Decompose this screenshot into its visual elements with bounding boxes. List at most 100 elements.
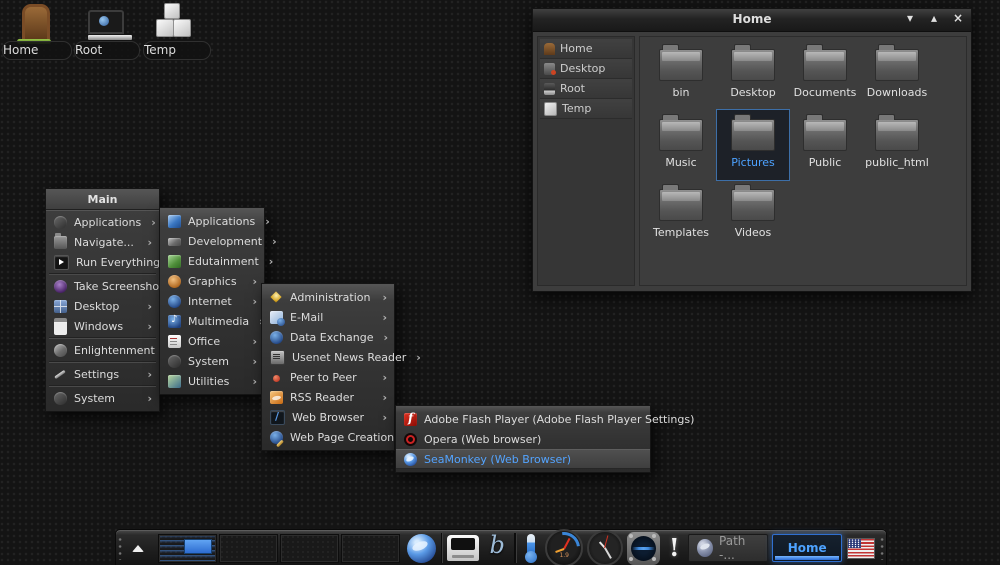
menu-item-windows[interactable]: Windows › bbox=[46, 316, 159, 336]
folder-bin[interactable]: bin bbox=[645, 40, 717, 110]
desktop-icon-temp-label[interactable]: Temp bbox=[143, 41, 211, 60]
launcher-seamonkey[interactable] bbox=[407, 534, 436, 563]
folder-pictures-selected[interactable]: Pictures bbox=[717, 110, 789, 180]
menu-item-adobe-flash-player[interactable]: Adobe Flash Player (Adobe Flash Player S… bbox=[396, 409, 650, 429]
sidebar-item-desktop[interactable]: Desktop bbox=[540, 59, 632, 79]
menu-item-data-exchange[interactable]: Data Exchange › bbox=[262, 327, 394, 347]
pager-desktop-3[interactable] bbox=[280, 534, 339, 563]
menu-item-enlightenment[interactable]: Enlightenment › bbox=[46, 340, 159, 360]
menu-item-web-browser[interactable]: Web Browser › bbox=[262, 407, 394, 427]
desktop-icon-home[interactable] bbox=[6, 4, 66, 42]
sidebar-item-home[interactable]: Home bbox=[540, 39, 632, 59]
submenu-arrow-icon: › bbox=[269, 255, 274, 268]
pager-desktop-1[interactable] bbox=[158, 534, 217, 563]
mixer-gadget[interactable] bbox=[627, 532, 660, 565]
thermometer-icon bbox=[527, 534, 535, 554]
folder-public[interactable]: Public bbox=[789, 110, 861, 180]
run-icon bbox=[54, 255, 69, 270]
menu-item-graphics[interactable]: Graphics › bbox=[160, 271, 264, 291]
computer-screen bbox=[88, 10, 124, 34]
computer-icon bbox=[88, 10, 124, 40]
us-flag-keyboard-icon[interactable] bbox=[847, 538, 875, 559]
taskbar-button-path[interactable]: Path -... bbox=[688, 534, 768, 562]
temperature-gadget[interactable] bbox=[521, 534, 541, 562]
sidebar-item-temp[interactable]: Temp bbox=[540, 99, 632, 119]
shelf-grip-right[interactable] bbox=[879, 536, 885, 560]
menu-label: Development bbox=[188, 235, 262, 248]
menu-item-office[interactable]: Office › bbox=[160, 331, 264, 351]
menu-item-opera[interactable]: Opera (Web browser) bbox=[396, 429, 650, 449]
tools-icon bbox=[54, 368, 67, 381]
folder-videos[interactable]: Videos bbox=[717, 180, 789, 250]
desktop-icon-home-label[interactable]: Home bbox=[2, 41, 72, 60]
sidebar-item-root[interactable]: Root bbox=[540, 79, 632, 99]
menu-item-internet[interactable]: Internet › bbox=[160, 291, 264, 311]
menu-item-web-page-creation[interactable]: Web Page Creation › bbox=[262, 427, 394, 447]
maximize-button[interactable]: ▴ bbox=[927, 11, 941, 25]
menu-item-system-cat[interactable]: System › bbox=[160, 351, 264, 371]
internet-submenu: Administration › E-Mail › Data Exchange … bbox=[261, 283, 395, 451]
menu-item-run-everything[interactable]: Run Everything bbox=[46, 252, 159, 272]
menu-label: Desktop bbox=[74, 300, 137, 313]
menu-item-edutainment[interactable]: Edutainment › bbox=[160, 251, 264, 271]
desktop-icon-root[interactable] bbox=[82, 10, 130, 40]
window-titlebar[interactable]: Home ▾ ▴ × bbox=[533, 9, 971, 32]
seamonkey-icon bbox=[404, 453, 417, 466]
menu-item-usenet-news-reader[interactable]: Usenet News Reader › bbox=[262, 347, 394, 367]
pager-desktop-2[interactable] bbox=[219, 534, 278, 563]
data-exchange-icon bbox=[270, 331, 283, 344]
alert-gadget[interactable]: ! bbox=[664, 533, 684, 563]
desktop-icon-temp[interactable] bbox=[152, 3, 196, 39]
folder-documents[interactable]: Documents bbox=[789, 40, 861, 110]
menu-item-navigate[interactable]: Navigate... › bbox=[46, 232, 159, 252]
b-app-icon bbox=[483, 533, 509, 563]
close-button[interactable]: × bbox=[951, 11, 965, 25]
utilities-icon bbox=[168, 375, 181, 388]
pager-icon bbox=[54, 300, 67, 313]
menu-item-applications-cat[interactable]: Applications › bbox=[160, 211, 264, 231]
desktop-icon-root-label[interactable]: Root bbox=[74, 41, 140, 60]
folder-public-html[interactable]: public_html bbox=[861, 110, 933, 180]
folder-desktop[interactable]: Desktop bbox=[717, 40, 789, 110]
sidebar-label: Desktop bbox=[560, 62, 605, 75]
up-arrow-icon bbox=[132, 545, 144, 552]
submenu-arrow-icon: › bbox=[416, 351, 421, 364]
menu-label: SeaMonkey (Web Browser) bbox=[424, 453, 643, 466]
pager-desktop-4[interactable] bbox=[341, 534, 400, 563]
shelf-autohide-button[interactable] bbox=[124, 533, 152, 563]
menu-item-rss-reader[interactable]: RSS Reader › bbox=[262, 387, 394, 407]
shelf-separator bbox=[441, 533, 443, 563]
menu-item-desktop[interactable]: Desktop › bbox=[46, 296, 159, 316]
menu-item-take-screenshot[interactable]: Take Screenshot bbox=[46, 276, 159, 296]
pager-window-preview[interactable] bbox=[184, 539, 212, 554]
shelf-grip-left[interactable] bbox=[117, 536, 123, 560]
folder-label: Downloads bbox=[867, 86, 927, 99]
menu-item-administration[interactable]: Administration › bbox=[262, 287, 394, 307]
shade-button[interactable]: ▾ bbox=[903, 11, 917, 25]
folder-downloads[interactable]: Downloads bbox=[861, 40, 933, 110]
menu-item-peer-to-peer[interactable]: Peer to Peer › bbox=[262, 367, 394, 387]
clock-gadget[interactable] bbox=[587, 530, 623, 565]
window-icon bbox=[54, 318, 67, 335]
office-icon bbox=[168, 335, 181, 348]
folder-templates[interactable]: Templates bbox=[645, 180, 717, 250]
menu-item-seamonkey[interactable]: SeaMonkey (Web Browser) bbox=[396, 449, 650, 469]
taskbar-button-home-active[interactable]: Home bbox=[772, 534, 842, 562]
launcher-b-app[interactable] bbox=[483, 533, 509, 563]
menu-item-utilities[interactable]: Utilities › bbox=[160, 371, 264, 391]
menu-label: Enlightenment bbox=[74, 344, 155, 357]
menu-label: Usenet News Reader bbox=[292, 351, 406, 364]
menu-item-system[interactable]: System › bbox=[46, 388, 159, 408]
menu-item-settings[interactable]: Settings › bbox=[46, 364, 159, 384]
menu-item-multimedia[interactable]: Multimedia › bbox=[160, 311, 264, 331]
menu-item-applications[interactable]: Applications › bbox=[46, 212, 159, 232]
launcher-terminal[interactable] bbox=[447, 535, 479, 561]
menu-item-email[interactable]: E-Mail › bbox=[262, 307, 394, 327]
menu-label: Settings bbox=[74, 368, 137, 381]
menu-item-development[interactable]: Development › bbox=[160, 231, 264, 251]
submenu-arrow-icon: › bbox=[382, 391, 387, 404]
desktop-background[interactable]: Home Root Temp Home ▾ ▴ × Home bbox=[0, 0, 1000, 565]
folder-music[interactable]: Music bbox=[645, 110, 717, 180]
folder-label: bin bbox=[672, 86, 689, 99]
cpufreq-gadget[interactable]: 1.9 bbox=[545, 529, 583, 565]
